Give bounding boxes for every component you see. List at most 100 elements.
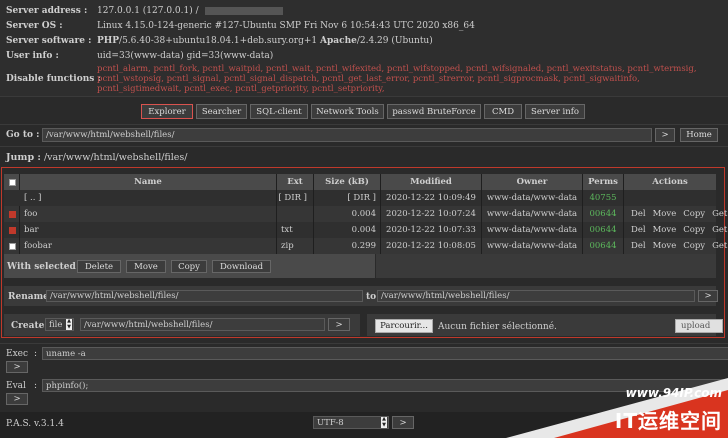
file-owner: www-data/www-data [486,209,578,219]
file-name[interactable]: [ .. ] [20,190,280,206]
goto-label: Go to : [6,130,40,140]
col-header-size[interactable]: Size (kB) [314,174,380,190]
col-header-owner[interactable]: Owner [482,174,582,190]
download-selected-button[interactable]: Download [212,260,271,273]
row-checkbox[interactable] [7,238,17,254]
create-label: Create [11,321,45,331]
file-modified: 2020-12-22 10:08:05 [386,241,476,251]
col-header-name[interactable]: Name [20,174,276,190]
redacted-block [204,6,283,15]
upload-button[interactable]: upload [675,319,723,333]
table-header-row: Name Ext Size (kB) Modified Owner Perms … [4,174,716,190]
tab-sql-client[interactable]: SQL-client [250,104,308,119]
select-arrows-icon: ▲ ▼ [66,318,72,330]
col-header-modified[interactable]: Modified [381,174,481,190]
row-checkbox[interactable] [7,206,17,222]
tab-explorer[interactable]: Explorer [141,104,193,119]
eval-go-button[interactable]: > [6,393,28,405]
row-actions: Del Move Copy Get [624,238,727,254]
col-divider [276,238,277,254]
divider [0,96,728,97]
browse-button[interactable]: Parcourir... [375,319,433,333]
del-link[interactable]: Del [631,241,646,251]
jump-path-link[interactable]: /var/www/html/webshell/files/ [44,152,188,163]
select-arrows-icon: ▲ ▼ [381,416,387,428]
file-modified: 2020-12-22 10:07:24 [386,209,476,219]
copy-selected-button[interactable]: Copy [171,260,207,273]
rename-to-input[interactable]: /var/www/html/webshell/files/ [377,290,695,302]
goto-button[interactable]: > [655,128,675,142]
exec-colon: : [34,349,38,359]
file-owner: www-data/www-data [486,193,578,203]
file-name[interactable]: bar [20,222,280,238]
delete-selected-button[interactable]: Delete [77,260,121,273]
file-perms[interactable]: 40755 [583,190,623,206]
create-path-input[interactable]: /var/www/html/webshell/files/ [80,318,325,331]
file-size: [ DIR ] [347,193,376,203]
upload-status: Aucun fichier sélectionné. [438,322,557,332]
file-name[interactable]: foobar [20,238,280,254]
get-link[interactable]: Get [712,225,727,235]
copy-link[interactable]: Copy [683,209,705,219]
file-size: 0.004 [351,225,376,235]
row-actions: Del Move Copy Get [624,222,727,238]
col-divider [623,190,624,206]
checkbox-icon [8,178,16,186]
table-row[interactable]: [ .. ] [ DIR ] [ DIR ] 2020-12-22 10:09:… [4,190,716,206]
file-perms[interactable]: 00644 [583,238,623,254]
table-row[interactable]: bar txt 0.004 2020-12-22 10:07:33 www-da… [4,222,727,238]
rename-to-label: to [366,292,377,302]
table-row[interactable]: foo 0.004 2020-12-22 10:07:24 www-data/w… [4,206,727,222]
file-modified: 2020-12-22 10:09:49 [386,193,476,203]
watermark-text: IT运维空间 [614,409,722,433]
jump-bar: Jump : /var/www/html/webshell/files/ [6,152,188,163]
create-go-button[interactable]: > [328,318,350,331]
move-selected-button[interactable]: Move [126,260,166,273]
select-all-checkbox[interactable] [7,174,17,190]
file-ext: zip [281,241,294,251]
row-checkbox[interactable] [7,222,17,238]
encoding-go-button[interactable]: > [392,416,414,429]
server-address-label: Server address : [6,6,88,16]
divider [0,146,728,147]
file-perms[interactable]: 00644 [583,206,623,222]
rename-from-input[interactable]: /var/www/html/webshell/files/ [46,290,363,302]
move-link[interactable]: Move [653,209,677,219]
encoding-select[interactable]: UTF-8 ▲ ▼ [313,416,389,429]
file-name[interactable]: foo [20,206,280,222]
checkbox-checked-icon [8,226,16,234]
tab-network-tools[interactable]: Network Tools [311,104,384,119]
col-header-actions: Actions [652,177,688,187]
move-link[interactable]: Move [653,225,677,235]
disable-functions-label: Disable functions : [6,74,101,84]
tab-passwd-bruteforce[interactable]: passwd BruteForce [387,104,481,119]
eval-label: Eval [6,381,26,391]
table-row[interactable]: foobar zip 0.299 2020-12-22 10:08:05 www… [4,238,727,254]
tab-searcher[interactable]: Searcher [196,104,247,119]
create-type-select[interactable]: file ▲ ▼ [45,318,74,331]
col-header-ext[interactable]: Ext [277,174,313,190]
file-size: 0.004 [351,209,376,219]
tab-cmd[interactable]: CMD [484,104,522,119]
del-link[interactable]: Del [631,209,646,219]
tab-server-info[interactable]: Server info [525,104,585,119]
exec-go-button[interactable]: > [6,361,28,373]
exec-label: Exec [6,349,29,359]
get-link[interactable]: Get [712,241,727,251]
col-header-perms[interactable]: Perms [583,174,623,190]
server-info-panel: Server address : 127.0.0.1 (127.0.0.1) /… [0,0,728,96]
move-link[interactable]: Move [653,241,677,251]
home-button[interactable]: Home [680,128,718,142]
get-link[interactable]: Get [712,209,727,219]
copy-link[interactable]: Copy [683,225,705,235]
del-link[interactable]: Del [631,225,646,235]
copy-link[interactable]: Copy [683,241,705,251]
file-modified: 2020-12-22 10:07:33 [386,225,476,235]
file-perms[interactable]: 00644 [583,222,623,238]
goto-path-input[interactable]: /var/www/html/webshell/files/ [42,128,652,142]
exec-input[interactable]: uname -a [42,347,728,360]
file-owner: www-data/www-data [486,241,578,251]
eval-colon: : [34,381,38,391]
checkbox-checked-icon [8,210,16,218]
rename-go-button[interactable]: > [698,290,718,302]
